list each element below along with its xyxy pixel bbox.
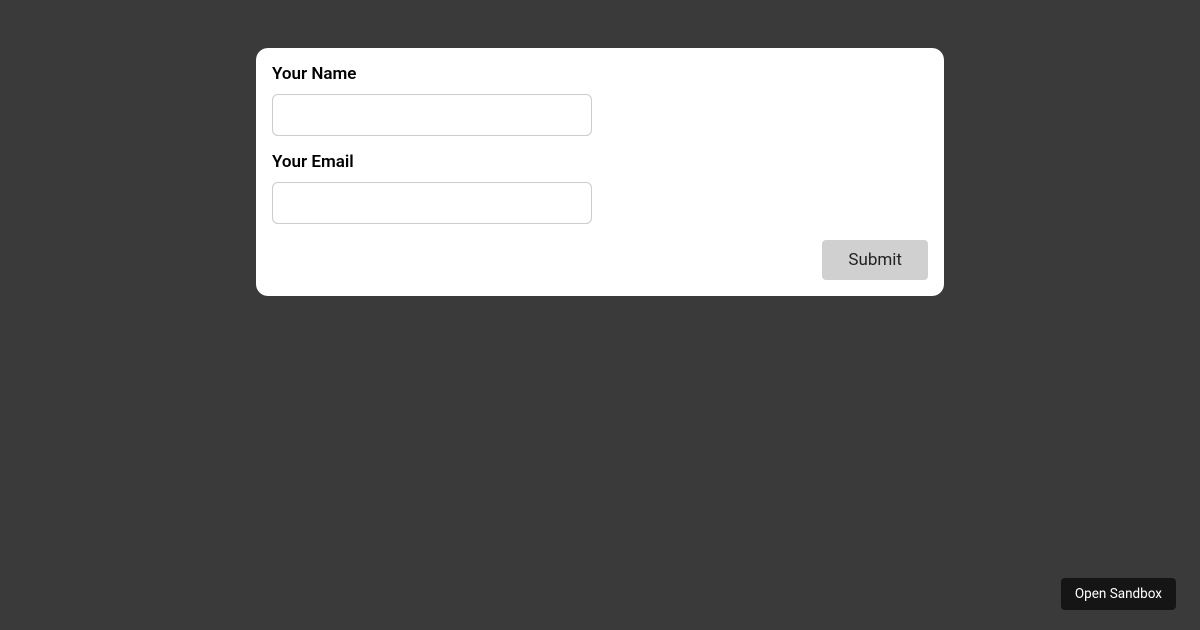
email-label: Your Email	[272, 152, 928, 172]
email-input[interactable]	[272, 182, 592, 224]
form-card: Your Name Your Email Submit	[256, 48, 944, 296]
form-field-email: Your Email	[272, 152, 928, 224]
name-input[interactable]	[272, 94, 592, 136]
form-actions: Submit	[272, 240, 928, 280]
open-sandbox-button[interactable]: Open Sandbox	[1061, 578, 1176, 610]
name-label: Your Name	[272, 64, 928, 84]
form-field-name: Your Name	[272, 64, 928, 136]
submit-button[interactable]: Submit	[822, 240, 928, 280]
